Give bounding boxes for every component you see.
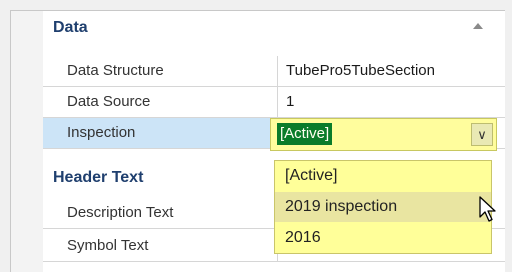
dropdown-option-2019-inspection[interactable]: 2019 inspection	[275, 192, 491, 222]
grid-gutter	[11, 11, 43, 272]
category-title: Data	[53, 19, 88, 36]
category-title: Header Text	[53, 169, 144, 186]
property-name: Symbol Text	[43, 231, 278, 261]
property-row-data-structure[interactable]: Data Structure TubePro5TubeSection	[43, 56, 505, 87]
property-row-data-source[interactable]: Data Source 1	[43, 87, 505, 118]
inspection-combo-text[interactable]: [Active]	[277, 123, 333, 145]
property-value[interactable]: 1	[279, 87, 505, 117]
chevron-down-icon[interactable]: ∨	[471, 123, 493, 146]
collapse-icon[interactable]	[473, 23, 483, 29]
dropdown-option-active[interactable]: [Active]	[275, 161, 491, 191]
inspection-combo-editor[interactable]: [Active] ∨	[270, 118, 497, 151]
property-name: Inspection	[43, 118, 278, 148]
category-data[interactable]: Data	[11, 11, 505, 45]
property-name: Data Structure	[43, 56, 278, 86]
mouse-cursor-icon	[479, 196, 496, 222]
property-value[interactable]: TubePro5TubeSection	[279, 56, 505, 86]
dropdown-option-2016[interactable]: 2016	[275, 223, 491, 253]
property-name: Data Source	[43, 87, 278, 117]
inspection-dropdown-list: [Active] 2019 inspection 2016	[274, 160, 492, 254]
property-name: Description Text	[43, 198, 278, 228]
